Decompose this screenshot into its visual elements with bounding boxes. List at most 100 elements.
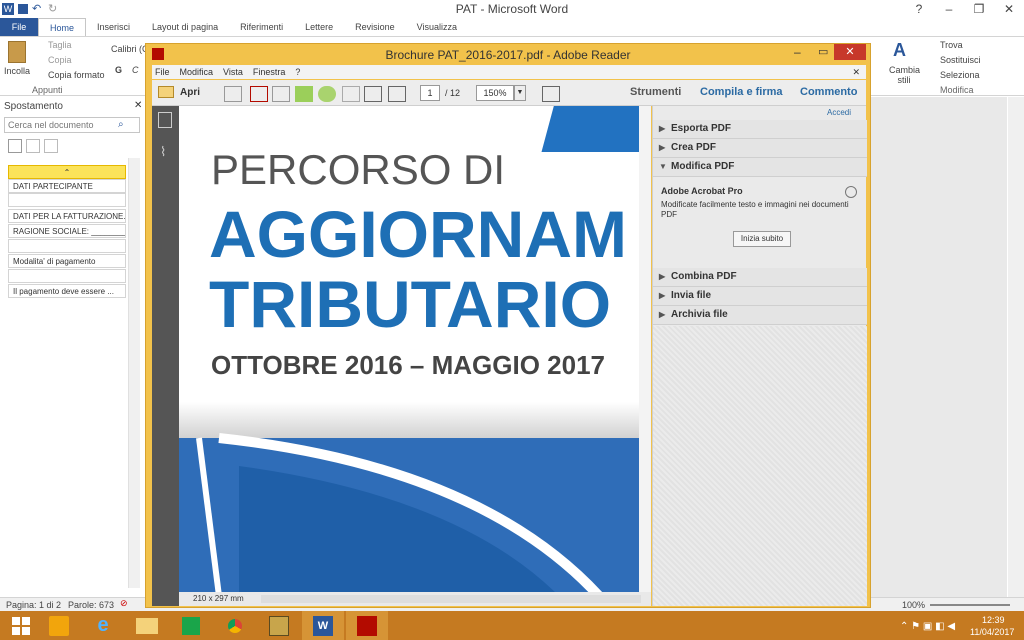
- pen-app-icon[interactable]: [258, 611, 300, 640]
- change-styles-button[interactable]: Cambia stili: [889, 65, 920, 85]
- cloud-upload-icon[interactable]: [318, 86, 336, 102]
- help-icon[interactable]: ?: [904, 0, 934, 18]
- folder-upload-icon[interactable]: [295, 86, 313, 102]
- export-pdf-icon[interactable]: [250, 86, 268, 102]
- redo-icon[interactable]: ↻: [48, 3, 60, 15]
- tab-mailings[interactable]: Lettere: [294, 18, 344, 36]
- tab-page-layout[interactable]: Layout di pagina: [141, 18, 229, 36]
- page-thumbnails-icon[interactable]: [158, 112, 172, 128]
- sign-in-link[interactable]: Accedi: [827, 108, 851, 117]
- nav-heading-item[interactable]: DATI PARTECIPANTE: [8, 179, 126, 193]
- reader-maximize-icon[interactable]: ▭: [818, 45, 828, 58]
- export-pdf-section[interactable]: ▶ Esporta PDF: [653, 120, 867, 139]
- menu-window[interactable]: Finestra: [253, 67, 286, 77]
- menu-edit[interactable]: Modifica: [180, 67, 214, 77]
- nav-heading-item[interactable]: [8, 193, 126, 207]
- combine-pdf-section[interactable]: ▶ Combina PDF: [653, 268, 867, 287]
- restore-icon[interactable]: ❐: [964, 0, 994, 18]
- attachments-icon[interactable]: ⌇: [160, 144, 166, 160]
- find-button[interactable]: Trova: [940, 40, 963, 50]
- tools-link[interactable]: Strumenti: [630, 86, 681, 98]
- tab-insert[interactable]: Inserisci: [86, 18, 141, 36]
- close-icon[interactable]: ✕: [994, 0, 1024, 18]
- file-explorer-icon[interactable]: [126, 611, 168, 640]
- create-pdf-icon[interactable]: [224, 86, 242, 102]
- start-button[interactable]: [0, 611, 42, 640]
- zoom-select[interactable]: 150%: [476, 85, 514, 101]
- store-icon[interactable]: [170, 611, 212, 640]
- close-document-icon[interactable]: ✕: [852, 67, 860, 78]
- menu-file[interactable]: File: [155, 67, 170, 77]
- menu-view[interactable]: Vista: [223, 67, 243, 77]
- zoom-slider[interactable]: [930, 604, 1010, 606]
- edit-pdf-section[interactable]: ▼ Modifica PDF: [653, 158, 867, 177]
- create-pdf-section[interactable]: ▶ Crea PDF: [653, 139, 867, 158]
- minimize-icon[interactable]: –: [934, 0, 964, 18]
- nav-heading-item[interactable]: DATI PER LA FATTURAZIONE...: [8, 209, 126, 223]
- bold-button[interactable]: G: [115, 65, 122, 75]
- nav-heading-item[interactable]: RAGIONE SOCIALE: ________...: [8, 224, 126, 238]
- select-button[interactable]: Seleziona: [940, 70, 980, 80]
- page-number-input[interactable]: 1: [420, 85, 440, 101]
- send-file-section[interactable]: ▶ Invia file: [653, 287, 867, 306]
- tab-view[interactable]: Visualizza: [406, 18, 468, 36]
- word-count-status[interactable]: Parole: 673: [68, 600, 114, 610]
- tray-icons[interactable]: ⌃ ⚑ ▣ ◧ ◀: [900, 621, 955, 632]
- reader-minimize-icon[interactable]: –: [794, 45, 801, 59]
- reader-close-icon[interactable]: ✕: [834, 44, 866, 60]
- menu-help[interactable]: ?: [295, 67, 300, 77]
- word-taskbar-icon[interactable]: W: [302, 611, 344, 640]
- clock-date[interactable]: 11/04/2017: [970, 627, 1014, 637]
- proofing-icon[interactable]: ⊘: [120, 598, 128, 609]
- nav-heading-item[interactable]: Il pagamento deve essere ...: [8, 284, 126, 298]
- save-icon[interactable]: [18, 4, 28, 14]
- adobe-reader-taskbar-icon[interactable]: [346, 611, 388, 640]
- copy-button[interactable]: Copia: [48, 55, 72, 65]
- results-view-icon[interactable]: [44, 139, 58, 153]
- close-nav-icon[interactable]: ✕: [134, 100, 142, 111]
- nav-heading-item[interactable]: [8, 269, 126, 283]
- clock-time[interactable]: 12:39: [982, 615, 1005, 625]
- zoom-level[interactable]: 100%: [902, 600, 925, 610]
- pdf-horizontal-scrollbar[interactable]: [261, 595, 641, 603]
- open-folder-icon[interactable]: [158, 86, 174, 98]
- word-app-icon[interactable]: W: [2, 3, 14, 15]
- nav-collapse-item[interactable]: ⌃: [8, 165, 126, 179]
- tab-review[interactable]: Revisione: [344, 18, 406, 36]
- tab-references[interactable]: Riferimenti: [229, 18, 294, 36]
- change-styles-icon[interactable]: A: [893, 40, 906, 61]
- fit-page-icon[interactable]: [542, 86, 560, 102]
- replace-button[interactable]: Sostituisci: [940, 55, 981, 65]
- paste-button[interactable]: Incolla: [4, 66, 30, 76]
- pdf-vertical-scrollbar[interactable]: [639, 106, 651, 592]
- search-icon[interactable]: ⌕: [118, 119, 124, 130]
- email-icon[interactable]: [388, 86, 406, 102]
- format-painter-button[interactable]: Copia formato: [48, 70, 105, 80]
- cut-button[interactable]: Taglia: [48, 40, 72, 50]
- nav-heading-item[interactable]: Modalita' di pagamento: [8, 254, 126, 268]
- nav-scrollbar[interactable]: [128, 158, 140, 588]
- edit-pdf-icon[interactable]: [272, 86, 290, 102]
- save-icon[interactable]: [342, 86, 360, 102]
- pages-view-icon[interactable]: [26, 139, 40, 153]
- tab-home[interactable]: Home: [38, 18, 87, 36]
- start-now-button[interactable]: Inizia subito: [733, 231, 791, 247]
- chrome-icon[interactable]: [214, 611, 256, 640]
- document-vertical-scrollbar[interactable]: [1008, 97, 1024, 597]
- italic-button[interactable]: C: [132, 65, 139, 75]
- headings-view-icon[interactable]: [8, 139, 22, 153]
- tab-file[interactable]: File: [0, 18, 38, 36]
- store-file-section[interactable]: ▶ Archivia file: [653, 306, 867, 325]
- font-name-box[interactable]: Calibri (C: [111, 44, 145, 54]
- paste-icon[interactable]: [8, 41, 26, 63]
- print-icon[interactable]: [364, 86, 382, 102]
- zoom-dropdown-icon[interactable]: ▼: [514, 85, 526, 101]
- fill-sign-link[interactable]: Compila e firma: [700, 86, 783, 98]
- outlook-icon[interactable]: [38, 611, 80, 640]
- nav-heading-item[interactable]: [8, 239, 126, 253]
- comment-link[interactable]: Commento: [800, 86, 857, 98]
- internet-explorer-icon[interactable]: e: [82, 611, 124, 640]
- undo-icon[interactable]: ↶: [32, 3, 44, 15]
- page-count-status[interactable]: Pagina: 1 di 2: [6, 600, 61, 610]
- open-button[interactable]: Apri: [180, 87, 200, 98]
